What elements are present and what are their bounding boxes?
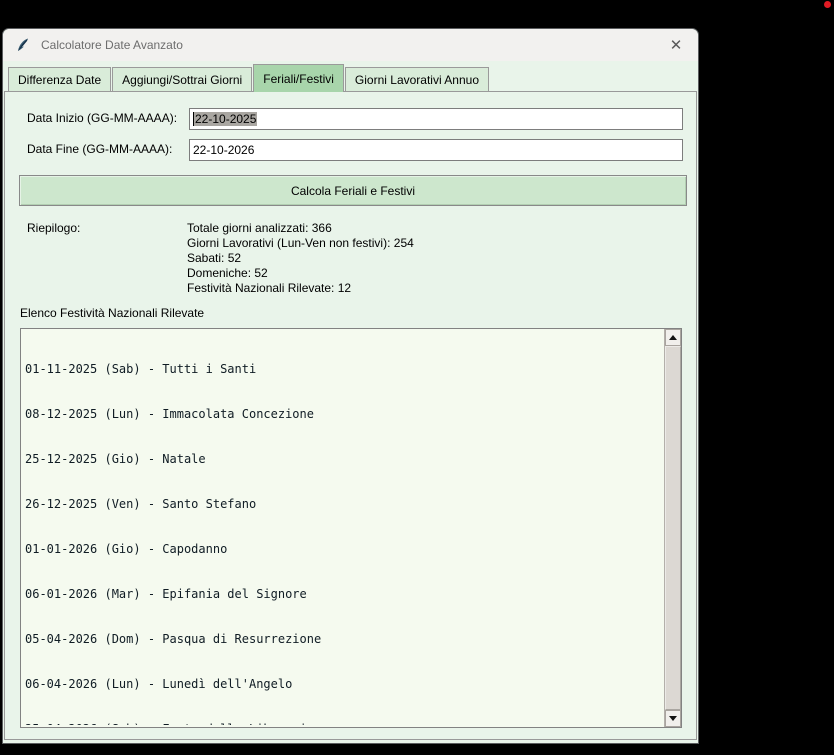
holiday-line: 06-04-2026 (Lun) - Lunedì dell'Angelo (25, 677, 293, 691)
tab-feriali-festivi[interactable]: Feriali/Festivi (253, 64, 344, 92)
holiday-list-label: Elenco Festività Nazionali Rilevate (20, 306, 205, 320)
scrollbar-thumb[interactable] (665, 346, 681, 710)
tab-bar: Differenza Date Aggiungi/Sottrai Giorni … (8, 64, 490, 92)
summary-label: Riepilogo: (27, 221, 81, 235)
selected-text: 22-10-2025 (194, 112, 258, 126)
app-feather-icon (18, 38, 28, 51)
summary-line: Giorni Lavorativi (Lun-Ven non festivi):… (187, 236, 414, 250)
holiday-line: 25-04-2026 (Sab) - Festa della Liberazio… (25, 722, 661, 725)
close-button[interactable]: ✕ (654, 29, 698, 61)
end-date-label: Data Fine (GG-MM-AAAA): (27, 142, 173, 156)
holiday-line: 05-04-2026 (Dom) - Pasqua di Resurrezion… (25, 632, 322, 646)
calculate-button[interactable]: Calcola Feriali e Festivi (19, 175, 687, 206)
tab-aggiungi-sottrai-giorni[interactable]: Aggiungi/Sottrai Giorni (112, 67, 253, 92)
app-window: Calcolatore Date Avanzato ✕ Differenza D… (2, 28, 699, 744)
holiday-line: 25-12-2025 (Gio) - Natale (25, 452, 206, 466)
start-date-input[interactable]: 22-10-2025 (189, 108, 683, 130)
summary-line: Totale giorni analizzati: 366 (187, 221, 332, 235)
holiday-line: 06-01-2026 (Mar) - Epifania del Signore (25, 587, 307, 601)
holiday-line: 08-12-2025 (Lun) - Immacolata Concezione (25, 407, 314, 421)
holiday-line: 26-12-2025 (Ven) - Santo Stefano (25, 497, 257, 511)
start-date-label: Data Inizio (GG-MM-AAAA): (27, 111, 178, 125)
tab-content-panel: Data Inizio (GG-MM-AAAA): 22-10-2025 Dat… (4, 91, 697, 740)
window-title: Calcolatore Date Avanzato (41, 38, 183, 52)
holiday-list[interactable]: 01-11-2025 (Sab) - Tutti i Santi 08-12-2… (20, 328, 682, 728)
desktop-background: { "window": { "title": "Calcolatore Date… (0, 0, 834, 755)
title-bar: Calcolatore Date Avanzato ✕ (3, 29, 698, 61)
summary-line: Domeniche: 52 (187, 266, 268, 280)
holiday-line: 01-11-2025 (Sab) - Tutti i Santi (25, 362, 257, 376)
tab-giorni-lavorativi-annuo[interactable]: Giorni Lavorativi Annuo (344, 67, 489, 92)
scroll-down-button[interactable] (665, 710, 681, 727)
scroll-up-icon (669, 335, 677, 340)
end-date-input[interactable]: 22-10-2026 (189, 139, 683, 161)
scroll-down-icon (669, 716, 677, 721)
summary-block: Totale giorni analizzati: 366 Giorni Lav… (187, 221, 414, 296)
scrollbar[interactable] (664, 329, 681, 727)
holiday-line: 01-01-2026 (Gio) - Capodanno (25, 542, 228, 556)
recording-indicator-dot (824, 1, 831, 8)
summary-line: Sabati: 52 (187, 251, 242, 265)
tab-differenza-date[interactable]: Differenza Date (8, 67, 112, 92)
scroll-up-button[interactable] (665, 329, 681, 346)
holiday-lines: 01-11-2025 (Sab) - Tutti i Santi 08-12-2… (25, 332, 661, 725)
summary-line: Festività Nazionali Rilevate: 12 (187, 281, 352, 295)
end-date-value: 22-10-2026 (193, 143, 255, 157)
